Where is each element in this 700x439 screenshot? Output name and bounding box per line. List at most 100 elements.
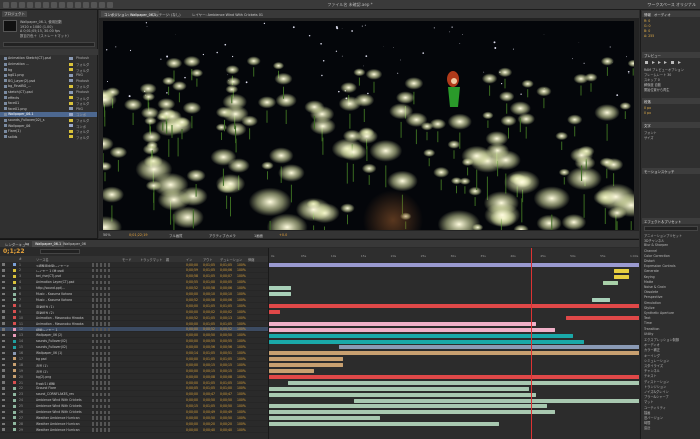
layer-out[interactable]: 0;00;58: [203, 286, 215, 290]
layer-duration-bar[interactable]: [269, 304, 639, 309]
paragraph-indent[interactable]: 0 px: [644, 106, 651, 110]
layer-row[interactable]: 8 音楽担当 (1) 0;00;00 0;01;05 0;01;05 100%: [0, 303, 268, 309]
layer-duration-bar[interactable]: [591, 298, 611, 303]
layer-switches[interactable]: [92, 298, 110, 302]
layer-out[interactable]: 0;00;56: [203, 345, 215, 349]
tool-icon[interactable]: [3, 2, 9, 8]
layer-name[interactable]: 背景 (1): [36, 363, 86, 367]
tab-project[interactable]: プロジェクト: [2, 11, 27, 17]
layer-out[interactable]: 0;00;15: [203, 369, 215, 373]
layer-name[interactable]: sounds_Fullover(02): [36, 345, 86, 349]
layer-in[interactable]: 0;00;00: [186, 310, 198, 314]
layer-row[interactable]: 3 bei_rise(CT).psd 0;00;58 0;01;05 0;00;07 10…: [0, 274, 268, 280]
layer-out[interactable]: 0;01;00: [203, 280, 215, 284]
tool-icon[interactable]: [91, 2, 97, 8]
project-item[interactable]: sketch(CT).psd Photosh: [0, 90, 97, 95]
layer-duration-bar[interactable]: [269, 369, 314, 373]
layer-row[interactable]: 4 Animation Layer(CT).psd 0;00;55 0;01;00 0;…: [0, 280, 268, 286]
layer-switches[interactable]: [92, 310, 110, 314]
tab-info[interactable]: 情報 オーディオ: [642, 11, 700, 17]
project-item[interactable]: BG_Layer(2).psd Photosh: [0, 78, 97, 83]
layer-stretch[interactable]: 100%: [237, 416, 246, 420]
layer-duration[interactable]: 0;00;06: [220, 268, 232, 272]
layer-duration-bar[interactable]: [269, 333, 574, 338]
layer-switches[interactable]: [92, 410, 110, 414]
effect-category[interactable]: Perspective: [644, 295, 662, 299]
eye-icon[interactable]: [2, 334, 5, 337]
layer-duration-bar[interactable]: [269, 327, 555, 332]
label-swatch[interactable]: [13, 310, 16, 314]
layer-in[interactable]: 0;00;00: [186, 333, 198, 337]
layer-name[interactable]: Ambience Wind With Crickets: [36, 398, 86, 402]
eye-icon[interactable]: [2, 387, 5, 390]
effect-category[interactable]: Synthetic Aperture: [644, 311, 674, 315]
layer-row[interactable]: 25 Ambience Wind With Crickets 0;00;15 0;01…: [0, 404, 268, 410]
layer-in[interactable]: 0;00;00: [186, 398, 198, 402]
layer-out[interactable]: 0;00;20: [203, 422, 215, 426]
tab-footage[interactable]: フッテージ: (なし): [149, 11, 184, 17]
layer-stretch[interactable]: 100%: [237, 428, 246, 432]
layer-duration[interactable]: 0;00;47: [220, 392, 232, 396]
eye-icon[interactable]: [2, 304, 5, 307]
layer-in[interactable]: 0;00;52: [186, 316, 198, 320]
effect-category[interactable]: Expression Controls: [644, 264, 676, 268]
layer-name[interactable]: bei_rise(CT).psd: [36, 274, 86, 278]
camera-select[interactable]: アクティブカメラ: [209, 233, 236, 238]
layer-duration[interactable]: 0;01;05: [220, 263, 232, 267]
layer-stretch[interactable]: 100%: [237, 410, 246, 414]
layer-name[interactable]: <調整用中間レイヤー>: [36, 263, 86, 267]
exposure-value[interactable]: +0.0: [279, 233, 287, 237]
layer-out[interactable]: 0;00;40: [203, 428, 215, 432]
layer-name[interactable]: Ambience Wind With Crickets: [36, 404, 86, 408]
layer-stretch[interactable]: 100%: [237, 304, 246, 308]
layer-out[interactable]: 0;01;05: [203, 274, 215, 278]
project-item[interactable]: bg_FinalBG_… フォルダ: [0, 84, 97, 89]
tool-icon[interactable]: [43, 2, 49, 8]
layer-stretch[interactable]: 100%: [237, 392, 246, 396]
layer-in[interactable]: 0;00;59: [186, 268, 198, 272]
layer-duration-bar[interactable]: [269, 410, 555, 415]
layer-duration-bar[interactable]: [269, 422, 500, 427]
eye-icon[interactable]: [2, 339, 5, 343]
label-swatch[interactable]: [13, 375, 16, 379]
layer-out[interactable]: 0;00;55: [203, 339, 215, 343]
layer-switches[interactable]: [92, 369, 110, 373]
layer-row[interactable]: 20 bg(2).png 0;00;00 0;00;08 0;00;08 100%: [0, 374, 268, 380]
layer-duration-bar[interactable]: [269, 262, 639, 267]
layer-stretch[interactable]: 100%: [237, 381, 246, 385]
eye-icon[interactable]: [2, 357, 5, 361]
layer-switches[interactable]: [92, 292, 110, 296]
layer-row[interactable]: 5 http://sound.ppt/… 0;00;52 0;00;58 0;00;06…: [0, 286, 268, 292]
layer-duration-bar[interactable]: [269, 339, 585, 344]
layer-name[interactable]: Wallpaper_06 (2): [36, 333, 86, 337]
effect-category[interactable]: Obsolete: [644, 290, 658, 294]
layer-row[interactable]: 23 sound_CORNFLAKES_rev 0;00;00 0;00;47 0;00…: [0, 392, 268, 398]
label-swatch[interactable]: [13, 428, 16, 432]
layer-switches[interactable]: [92, 398, 110, 403]
label-swatch[interactable]: [13, 369, 16, 373]
layer-switches[interactable]: [92, 333, 110, 338]
tool-icon[interactable]: [51, 2, 57, 8]
layer-row[interactable]: 29 Weather Ambience Hurrican 0;00;00 0;00;4…: [0, 427, 268, 433]
zoom-level[interactable]: 50%: [103, 233, 111, 237]
eye-icon[interactable]: [2, 428, 5, 431]
eye-icon[interactable]: [2, 280, 5, 284]
project-item[interactable]: sounds_Fullover(02)_s フォルダ: [0, 118, 97, 123]
layer-duration[interactable]: 0;00;51: [220, 351, 232, 355]
eye-icon[interactable]: [2, 351, 5, 355]
layer-duration-bar[interactable]: [269, 386, 529, 391]
layer-duration-bar[interactable]: [565, 315, 639, 320]
eye-icon[interactable]: [2, 298, 5, 302]
tab-effects-presets[interactable]: エフェクト＆プリセット: [642, 218, 700, 224]
eye-icon[interactable]: [2, 404, 5, 408]
layer-switches[interactable]: [92, 363, 110, 367]
layer-duration-bar[interactable]: [269, 321, 537, 326]
layer-duration[interactable]: 0;01;05: [220, 322, 232, 326]
layer-row[interactable]: 10 Animation - Masanobu Hiraoka 0;00;52 0;0…: [0, 315, 268, 321]
layer-out[interactable]: 0;00;50: [203, 416, 215, 420]
tool-icon[interactable]: [59, 2, 65, 8]
layer-stretch[interactable]: 100%: [237, 268, 246, 272]
effect-category[interactable]: Distort: [644, 259, 655, 263]
current-time-display[interactable]: 0;1;22: [3, 248, 25, 255]
layer-row[interactable]: 17 bg psd 0;00;00 0;01;05 0;01;05 100%: [0, 356, 268, 362]
